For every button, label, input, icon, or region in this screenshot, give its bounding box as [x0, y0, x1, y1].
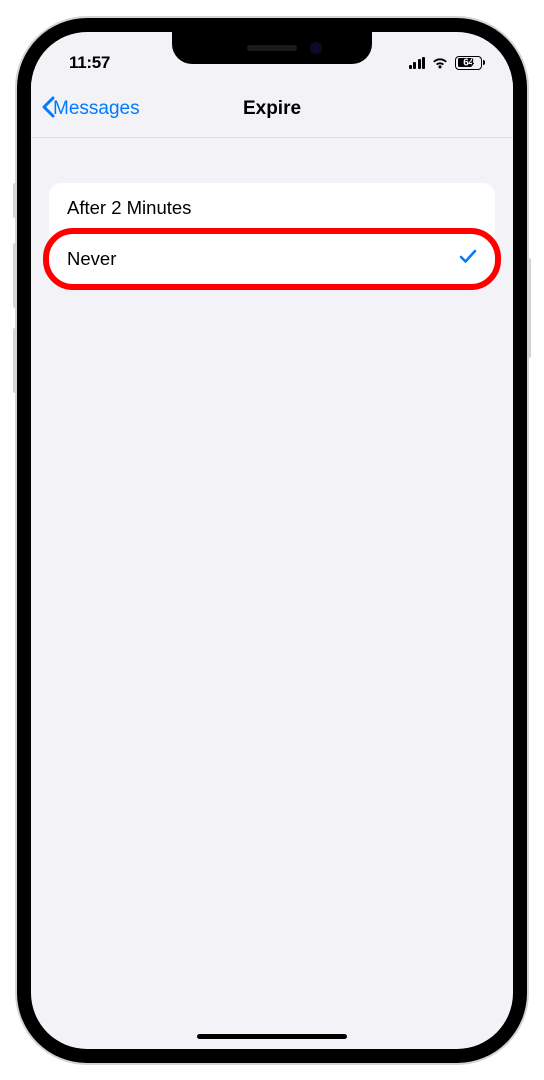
speaker [247, 45, 297, 51]
silent-switch [13, 183, 17, 218]
volume-down-button [13, 328, 17, 393]
volume-up-button [13, 243, 17, 308]
checkmark-icon [459, 247, 477, 271]
battery-indicator: 64 [455, 56, 485, 70]
option-label: After 2 Minutes [67, 197, 191, 219]
cellular-signal-icon [409, 57, 426, 69]
home-indicator[interactable] [197, 1034, 347, 1039]
battery-percent-label: 64 [463, 57, 474, 68]
wifi-icon [431, 56, 449, 69]
power-button [527, 258, 531, 358]
expire-options-list: After 2 Minutes Never [49, 183, 495, 286]
back-button[interactable]: Messages [41, 95, 140, 123]
back-label: Messages [53, 98, 140, 120]
navigation-bar: Messages Expire [31, 82, 513, 138]
option-label: Never [67, 248, 116, 270]
page-title: Expire [243, 98, 301, 120]
option-after-2-minutes[interactable]: After 2 Minutes [49, 183, 495, 233]
front-camera [310, 42, 322, 54]
content-area: After 2 Minutes Never [31, 138, 513, 286]
phone-device-frame: 11:57 64 [17, 18, 527, 1063]
option-never[interactable]: Never [49, 233, 495, 285]
status-time: 11:57 [69, 53, 110, 73]
phone-screen: 11:57 64 [31, 32, 513, 1049]
notch [172, 32, 372, 64]
